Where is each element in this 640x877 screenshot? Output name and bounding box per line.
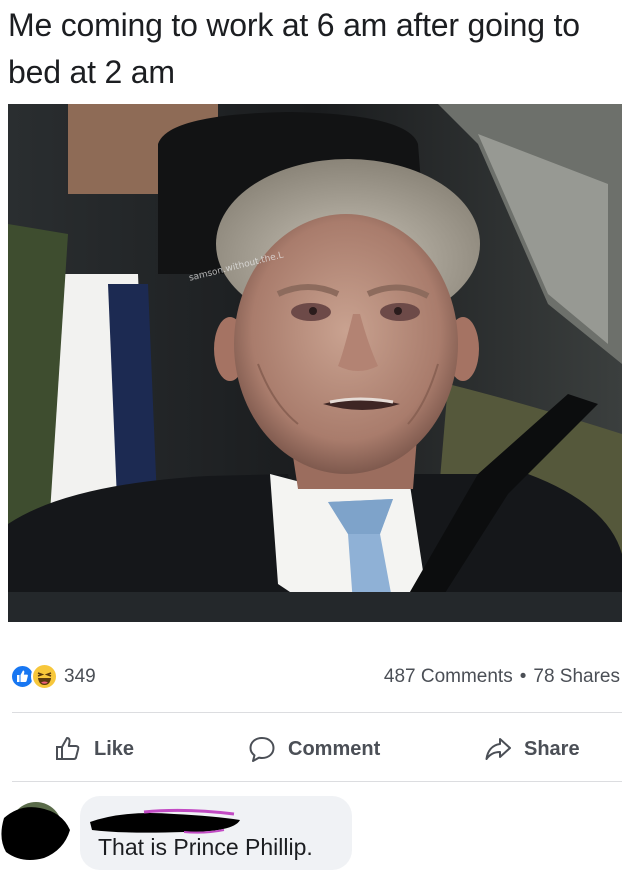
divider-top [12, 712, 622, 713]
reaction-count[interactable]: 349 [64, 666, 96, 688]
comment-button[interactable]: Comment [248, 734, 380, 764]
post-action-bar: Like Comment Share [0, 722, 640, 772]
car-portrait-image [8, 104, 622, 622]
like-label: Like [94, 737, 135, 760]
share-button[interactable]: Share [484, 734, 580, 764]
divider-bottom [12, 781, 622, 782]
engagement-stats: 487 Comments • 78 Shares [384, 666, 620, 688]
redacted-author-name [84, 806, 244, 834]
commenter-avatar[interactable] [0, 798, 72, 862]
like-button[interactable]: Like [54, 734, 134, 764]
stats-separator: • [519, 666, 527, 687]
post-caption: Me coming to work at 6 am after going to… [8, 7, 580, 90]
share-arrow-icon [484, 735, 512, 763]
reaction-icons[interactable] [10, 663, 60, 691]
haha-reaction-icon [31, 663, 58, 690]
share-label: Share [524, 737, 580, 760]
comments-count[interactable]: 487 Comments [384, 666, 513, 687]
comment-bubble[interactable]: That is Prince Phillip. [80, 796, 352, 870]
post-stats-bar: 349 487 Comments • 78 Shares [0, 655, 640, 699]
shares-count[interactable]: 78 Shares [533, 666, 620, 687]
comment-label: Comment [288, 737, 381, 760]
speech-bubble-icon [248, 735, 276, 763]
thumbs-up-icon [54, 735, 82, 763]
comment-item: That is Prince Phillip. [0, 792, 640, 877]
comment-text: That is Prince Phillip. [98, 834, 313, 860]
post-photo[interactable]: samson.without.the.L [8, 104, 622, 622]
